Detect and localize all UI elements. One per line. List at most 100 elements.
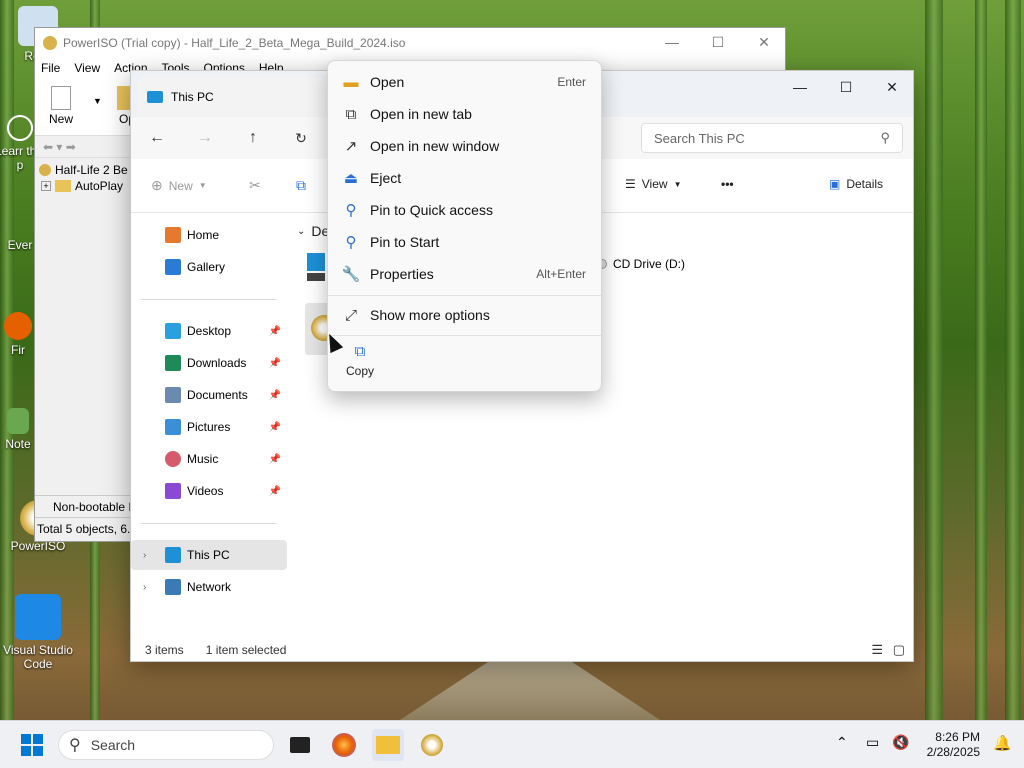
details-label: Details — [846, 177, 884, 191]
sidebar-item-documents[interactable]: Documents 📌 — [131, 380, 287, 410]
maximize-icon[interactable]: ☐ — [823, 71, 869, 103]
sidebar-item-label: Documents — [187, 388, 248, 402]
forward-arrow-icon[interactable]: → — [190, 123, 220, 153]
taskbar-search[interactable]: ⚲ Search — [58, 730, 274, 760]
sidebar-item-music[interactable]: Music 📌 — [131, 444, 287, 474]
cd-drive-item[interactable]: CD Drive (D:) — [597, 257, 685, 271]
menu-item-open-new-window[interactable]: ↗ Open in new window — [334, 131, 596, 161]
search-input[interactable]: Search This PC ⚲ — [641, 123, 903, 153]
file-explorer-taskbar-icon[interactable] — [372, 729, 404, 761]
notification-bell-icon[interactable]: 🔔 — [993, 734, 1012, 752]
new-button[interactable]: ⊕ New ▼ — [151, 177, 207, 194]
new-window-icon: ↗ — [344, 138, 358, 155]
firefox-taskbar-icon[interactable] — [328, 729, 360, 761]
sidebar-item-label: Network — [187, 580, 232, 594]
bamboo-stalk — [1005, 0, 1021, 720]
new-button[interactable]: New — [49, 86, 73, 126]
up-arrow-icon[interactable]: ↑ — [238, 123, 268, 153]
clock-time: 8:26 PM — [935, 730, 980, 744]
close-icon[interactable]: ✕ — [741, 34, 787, 51]
poweriso-tree: Half-Life 2 Be + AutoPlay — [39, 163, 128, 193]
sidebar-item-downloads[interactable]: Downloads 📌 — [131, 348, 287, 378]
copy-label: Copy — [345, 364, 374, 378]
cut-icon[interactable]: ✂ — [249, 177, 261, 194]
sidebar-item-videos[interactable]: Videos 📌 — [131, 476, 287, 506]
pin-icon: 📌 — [268, 389, 281, 401]
menu-item-pin-start[interactable]: ⚲ Pin to Start — [334, 227, 596, 257]
desktop-icon-label: Ever — [7, 238, 33, 252]
volume-muted-icon[interactable]: 🔇 — [892, 734, 909, 751]
details-view-icon[interactable]: ☰ — [871, 642, 883, 658]
menu-file[interactable]: File — [41, 61, 60, 75]
sidebar-item-this-pc[interactable]: › This PC — [131, 540, 287, 570]
navigation-pane: Home Gallery Desktop 📌 Downloads 📌 Docum… — [131, 213, 291, 643]
computer-icon — [147, 91, 163, 103]
pin-icon: ⚲ — [345, 234, 357, 251]
dropdown-arrow-icon[interactable]: ▼ — [93, 96, 102, 106]
close-icon[interactable]: ✕ — [869, 71, 915, 103]
more-options-icon[interactable]: ••• — [721, 177, 734, 191]
minimize-icon[interactable]: — — [649, 34, 695, 50]
tree-root[interactable]: Half-Life 2 Be — [39, 163, 128, 177]
start-button[interactable] — [16, 729, 48, 761]
back-icon[interactable]: ⬅ ▾ ➡ — [43, 140, 76, 154]
sidebar-item-label: Gallery — [187, 260, 226, 274]
new-tab-icon: ⧉ — [345, 105, 357, 123]
computer-icon — [165, 547, 181, 563]
chevron-down-icon: ⌄ — [297, 225, 306, 237]
view-button[interactable]: ☰ View ▼ — [625, 177, 681, 191]
refresh-icon[interactable]: ↻ — [286, 123, 316, 153]
network-status-icon[interactable]: ▭ — [866, 734, 879, 751]
tab-this-pc[interactable]: This PC — [137, 77, 327, 117]
tree-child[interactable]: + AutoPlay — [39, 179, 128, 193]
expand-icon[interactable]: + — [41, 181, 51, 191]
divider — [328, 335, 601, 336]
pin-icon: 📌 — [268, 421, 281, 433]
details-button[interactable]: ▣ Details — [829, 177, 883, 191]
drive-c-item[interactable] — [307, 253, 327, 283]
section-header[interactable]: ⌄ De — [297, 223, 329, 239]
sidebar-item-home[interactable]: Home — [131, 220, 287, 250]
copy-icon[interactable]: ⧉ — [296, 177, 306, 194]
learn-icon — [7, 115, 33, 141]
desktop-icon-vscode[interactable]: Visual Studio Code — [2, 594, 74, 671]
menu-item-label: Open in new window — [370, 138, 500, 154]
sidebar-item-gallery[interactable]: Gallery — [131, 252, 287, 282]
back-arrow-icon[interactable]: ← — [142, 123, 172, 153]
divider — [328, 295, 601, 296]
menu-item-eject[interactable]: ⏏ Eject — [334, 163, 596, 193]
folder-icon — [376, 736, 400, 754]
menu-item-open-new-tab[interactable]: ⧉ Open in new tab — [334, 99, 596, 129]
drive-usage-bar — [307, 273, 325, 281]
chevron-up-icon[interactable]: ⌃ — [836, 734, 848, 751]
folder-icon — [55, 180, 71, 192]
minimize-icon[interactable]: — — [777, 71, 823, 103]
sidebar-item-network[interactable]: › Network — [131, 572, 287, 602]
stone-path — [400, 660, 660, 720]
tiles-view-icon[interactable]: ▢ — [893, 642, 905, 658]
plus-icon: ⊕ — [151, 177, 163, 193]
pin-icon: 📌 — [268, 485, 281, 497]
copy-button[interactable]: ⧉ Copy — [342, 343, 378, 378]
pin-icon: ⚲ — [345, 202, 357, 219]
menu-item-properties[interactable]: 🔧 Properties Alt+Enter — [334, 259, 596, 289]
search-icon: ⚲ — [880, 130, 890, 145]
sidebar-item-desktop[interactable]: Desktop 📌 — [131, 316, 287, 346]
menu-item-pin-quick-access[interactable]: ⚲ Pin to Quick access — [334, 195, 596, 225]
task-view-icon[interactable] — [284, 729, 316, 761]
menu-item-show-more-options[interactable]: ⤢ Show more options — [334, 300, 596, 330]
sidebar-item-label: Downloads — [187, 356, 247, 370]
menu-item-open[interactable]: ▬ Open Enter — [334, 67, 596, 97]
menu-item-label: Open in new tab — [370, 106, 472, 122]
menu-view[interactable]: View — [74, 61, 100, 75]
clock[interactable]: 8:26 PM 2/28/2025 — [927, 730, 980, 760]
poweriso-taskbar-icon[interactable] — [416, 729, 448, 761]
maximize-icon[interactable]: ☐ — [695, 34, 741, 51]
divider — [141, 523, 277, 524]
menu-item-label: Properties — [370, 266, 434, 282]
sidebar-item-pictures[interactable]: Pictures 📌 — [131, 412, 287, 442]
chevron-right-icon[interactable]: › — [143, 582, 146, 593]
chevron-right-icon[interactable]: › — [143, 550, 146, 561]
poweriso-title: PowerISO (Trial copy) - Half_Life_2_Beta… — [63, 36, 406, 50]
gallery-icon — [165, 259, 181, 275]
